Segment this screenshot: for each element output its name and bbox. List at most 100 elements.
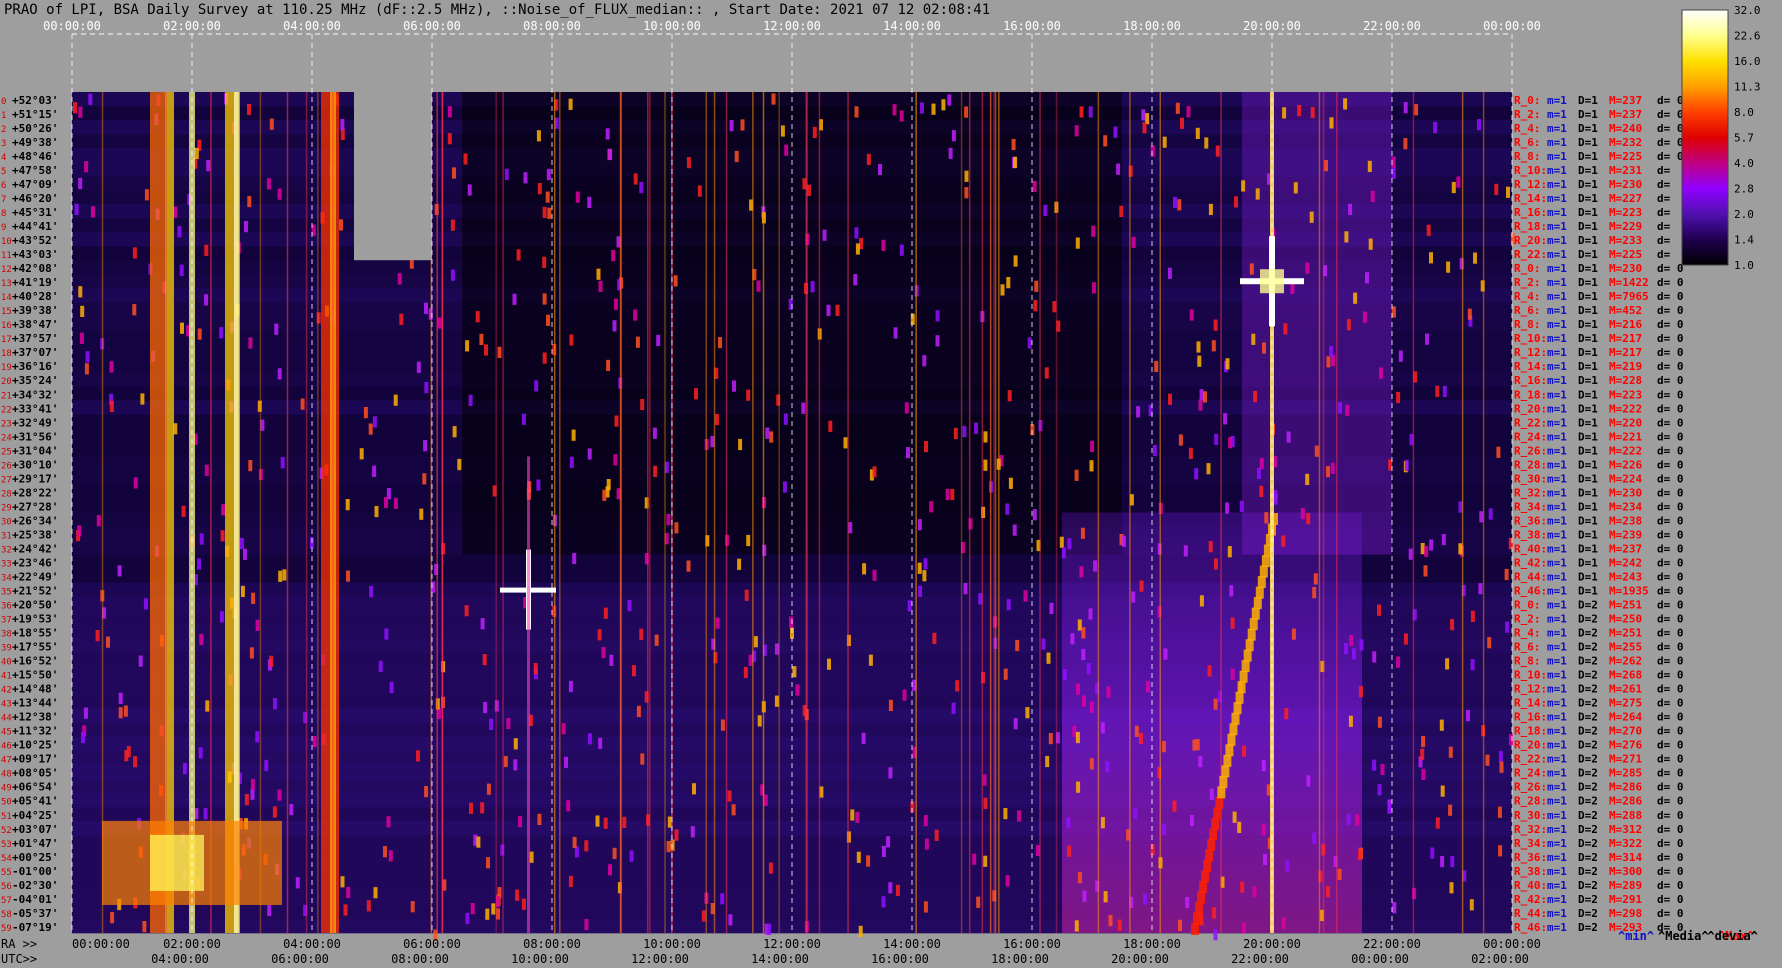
noise-speckle	[614, 298, 618, 310]
noise-speckle	[947, 94, 952, 106]
row-stat-name: R_44:	[1514, 570, 1547, 583]
noise-speckle	[469, 802, 473, 814]
noise-speckle	[1256, 467, 1261, 480]
noise-speckle	[1283, 323, 1288, 335]
noise-speckle	[73, 102, 77, 114]
interference-streak	[1336, 92, 1338, 933]
beam-index-label: 15	[1, 307, 12, 317]
utc-axis-tick-label: 20:00:00	[1111, 952, 1169, 966]
row-stat-max: M=255	[1609, 641, 1642, 654]
row-stat-devia: d= 0	[1657, 374, 1684, 387]
noise-speckle	[1365, 272, 1369, 284]
noise-speckle	[1377, 604, 1381, 616]
noise-speckle	[686, 157, 691, 169]
noise-speckle	[486, 857, 490, 869]
noise-speckle	[640, 753, 645, 765]
noise-speckle	[422, 473, 427, 485]
noise-speckle	[1324, 160, 1328, 172]
colorbar-tick-label: 16.0	[1734, 55, 1761, 68]
declination-label: +17°55'	[12, 641, 58, 654]
row-stat-min: m=1	[1547, 472, 1567, 485]
noise-speckle	[881, 845, 886, 858]
row-stat-media: D=1	[1578, 164, 1598, 177]
noise-speckle	[1421, 768, 1426, 781]
beam-index-label: 8	[1, 209, 6, 219]
beam-index-label: 29	[1, 503, 12, 513]
noise-speckle	[537, 183, 542, 195]
noise-speckle	[239, 537, 244, 550]
noise-speckle	[1015, 639, 1020, 652]
row-stat-name: R_16:	[1514, 374, 1547, 387]
row-stat-max: M=250	[1609, 613, 1642, 626]
noise-speckle	[948, 147, 953, 160]
noise-speckle	[801, 402, 806, 414]
row-stat-devia: d= 0	[1657, 276, 1684, 289]
noise-speckle	[767, 923, 772, 936]
noise-speckle	[694, 388, 698, 400]
row-stat-devia: d= 0	[1657, 108, 1684, 121]
noise-speckle	[861, 732, 866, 745]
noise-speckle	[340, 876, 345, 888]
interference-streak	[620, 92, 622, 933]
row-stat-devia: d= 0	[1657, 332, 1684, 345]
declination-label: +51°15'	[12, 108, 58, 121]
row-stat-name: R_2:	[1514, 276, 1541, 289]
declination-label: -02°30'	[12, 879, 58, 892]
noise-speckle	[1352, 648, 1356, 660]
row-stat-min: m=1	[1547, 711, 1567, 724]
noise-speckle	[1116, 163, 1121, 175]
noise-speckle	[1152, 444, 1157, 457]
noise-speckle	[899, 244, 904, 256]
noise-speckle	[795, 684, 800, 696]
beam-index-label: 45	[1, 728, 12, 738]
noise-speckle	[853, 274, 858, 286]
noise-speckle	[340, 118, 345, 131]
noise-speckle	[78, 286, 83, 298]
top-axis-tick-label: 12:00:00	[763, 19, 821, 33]
noise-speckle	[923, 901, 928, 913]
noise-speckle	[1173, 196, 1177, 209]
noise-speckle	[1154, 360, 1159, 373]
noise-speckle	[1000, 284, 1005, 296]
noise-speckle	[1326, 886, 1330, 898]
declination-label: +37°57'	[12, 332, 58, 345]
noise-speckle	[199, 633, 204, 646]
noise-speckle	[1081, 695, 1086, 707]
noise-speckle	[1281, 917, 1286, 929]
survey-heatmap-chart: 00:00:00 02:00:00 04:00:00 06:00:00 08:00:00…	[1, 4, 1761, 966]
noise-speckle	[1358, 686, 1363, 698]
utc-axis-tick-label: 10:00:00	[511, 952, 569, 966]
utc-axis-tick-label: 18:00:00	[991, 952, 1049, 966]
galactic-ridge-segment	[1197, 891, 1206, 904]
declination-label: +30°10'	[12, 458, 58, 471]
beam-index-label: 42	[1, 686, 12, 696]
row-stat-devia: d= 0	[1657, 556, 1684, 569]
row-stat-devia: d= 0	[1657, 136, 1684, 149]
interference-streak	[968, 92, 971, 933]
row-stat-max: M=223	[1609, 388, 1642, 401]
row-stat-devia: d= 0	[1657, 150, 1684, 163]
noise-speckle	[295, 877, 300, 889]
noise-speckle	[774, 695, 779, 707]
row-stat-max: M=243	[1609, 570, 1642, 583]
noise-speckle	[924, 838, 929, 850]
row-stat-devia: d=	[1657, 178, 1671, 191]
noise-speckle	[881, 239, 886, 252]
row-stat-devia: d= 0	[1657, 655, 1684, 668]
noise-speckle	[1230, 668, 1235, 680]
noise-speckle	[249, 647, 254, 659]
noise-speckle	[656, 334, 661, 347]
noise-speckle	[1470, 610, 1475, 623]
row-stat-min: m=1	[1547, 542, 1567, 555]
row-stat-max: M=222	[1609, 444, 1642, 457]
galactic-ridge-segment	[1235, 691, 1244, 704]
noise-speckle	[1076, 781, 1081, 793]
noise-speckle	[886, 836, 891, 848]
noise-speckle	[899, 110, 904, 122]
noise-speckle	[1344, 643, 1348, 655]
noise-speckle	[728, 914, 733, 926]
noise-speckle	[450, 219, 455, 231]
interference-streak	[725, 92, 728, 933]
row-stat-media: D=1	[1578, 514, 1598, 527]
noise-speckle	[810, 281, 815, 293]
